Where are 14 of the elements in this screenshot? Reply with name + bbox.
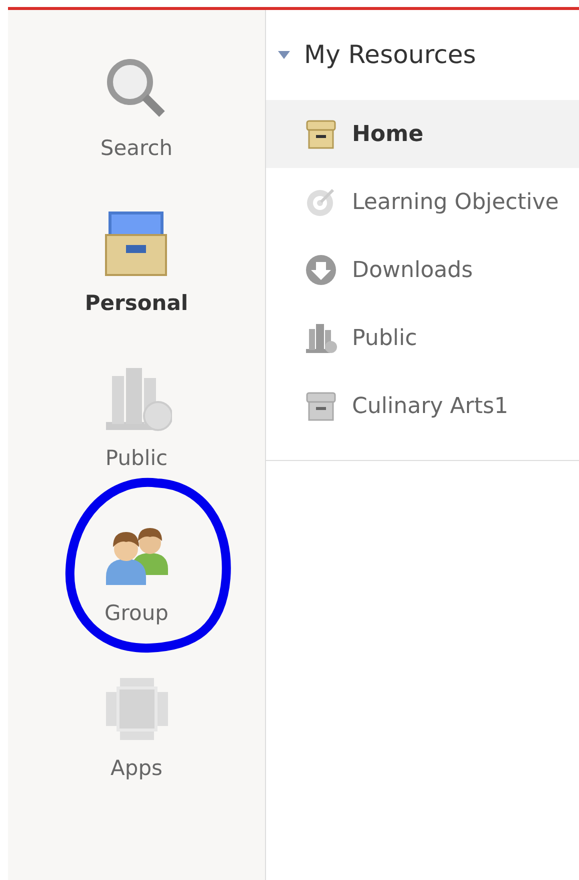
tree-item[interactable]: Downloads [266, 236, 579, 304]
tree-item[interactable]: Learning Objective [266, 168, 579, 236]
rail-item[interactable]: Search [100, 54, 173, 209]
tree-header[interactable]: My Resources [266, 10, 579, 100]
tree-item[interactable]: Home [266, 100, 579, 168]
caret-icon [278, 51, 290, 59]
books-icon [304, 321, 338, 355]
rail-item[interactable]: Public [102, 364, 172, 519]
rail-item[interactable]: Group [102, 519, 172, 674]
tree-item[interactable]: Culinary Arts1 [266, 372, 579, 440]
rail-item[interactable]: Personal [84, 209, 188, 364]
rail-item[interactable]: Apps [102, 674, 172, 829]
download-icon [304, 253, 338, 287]
tree-item[interactable]: Public [266, 304, 579, 372]
